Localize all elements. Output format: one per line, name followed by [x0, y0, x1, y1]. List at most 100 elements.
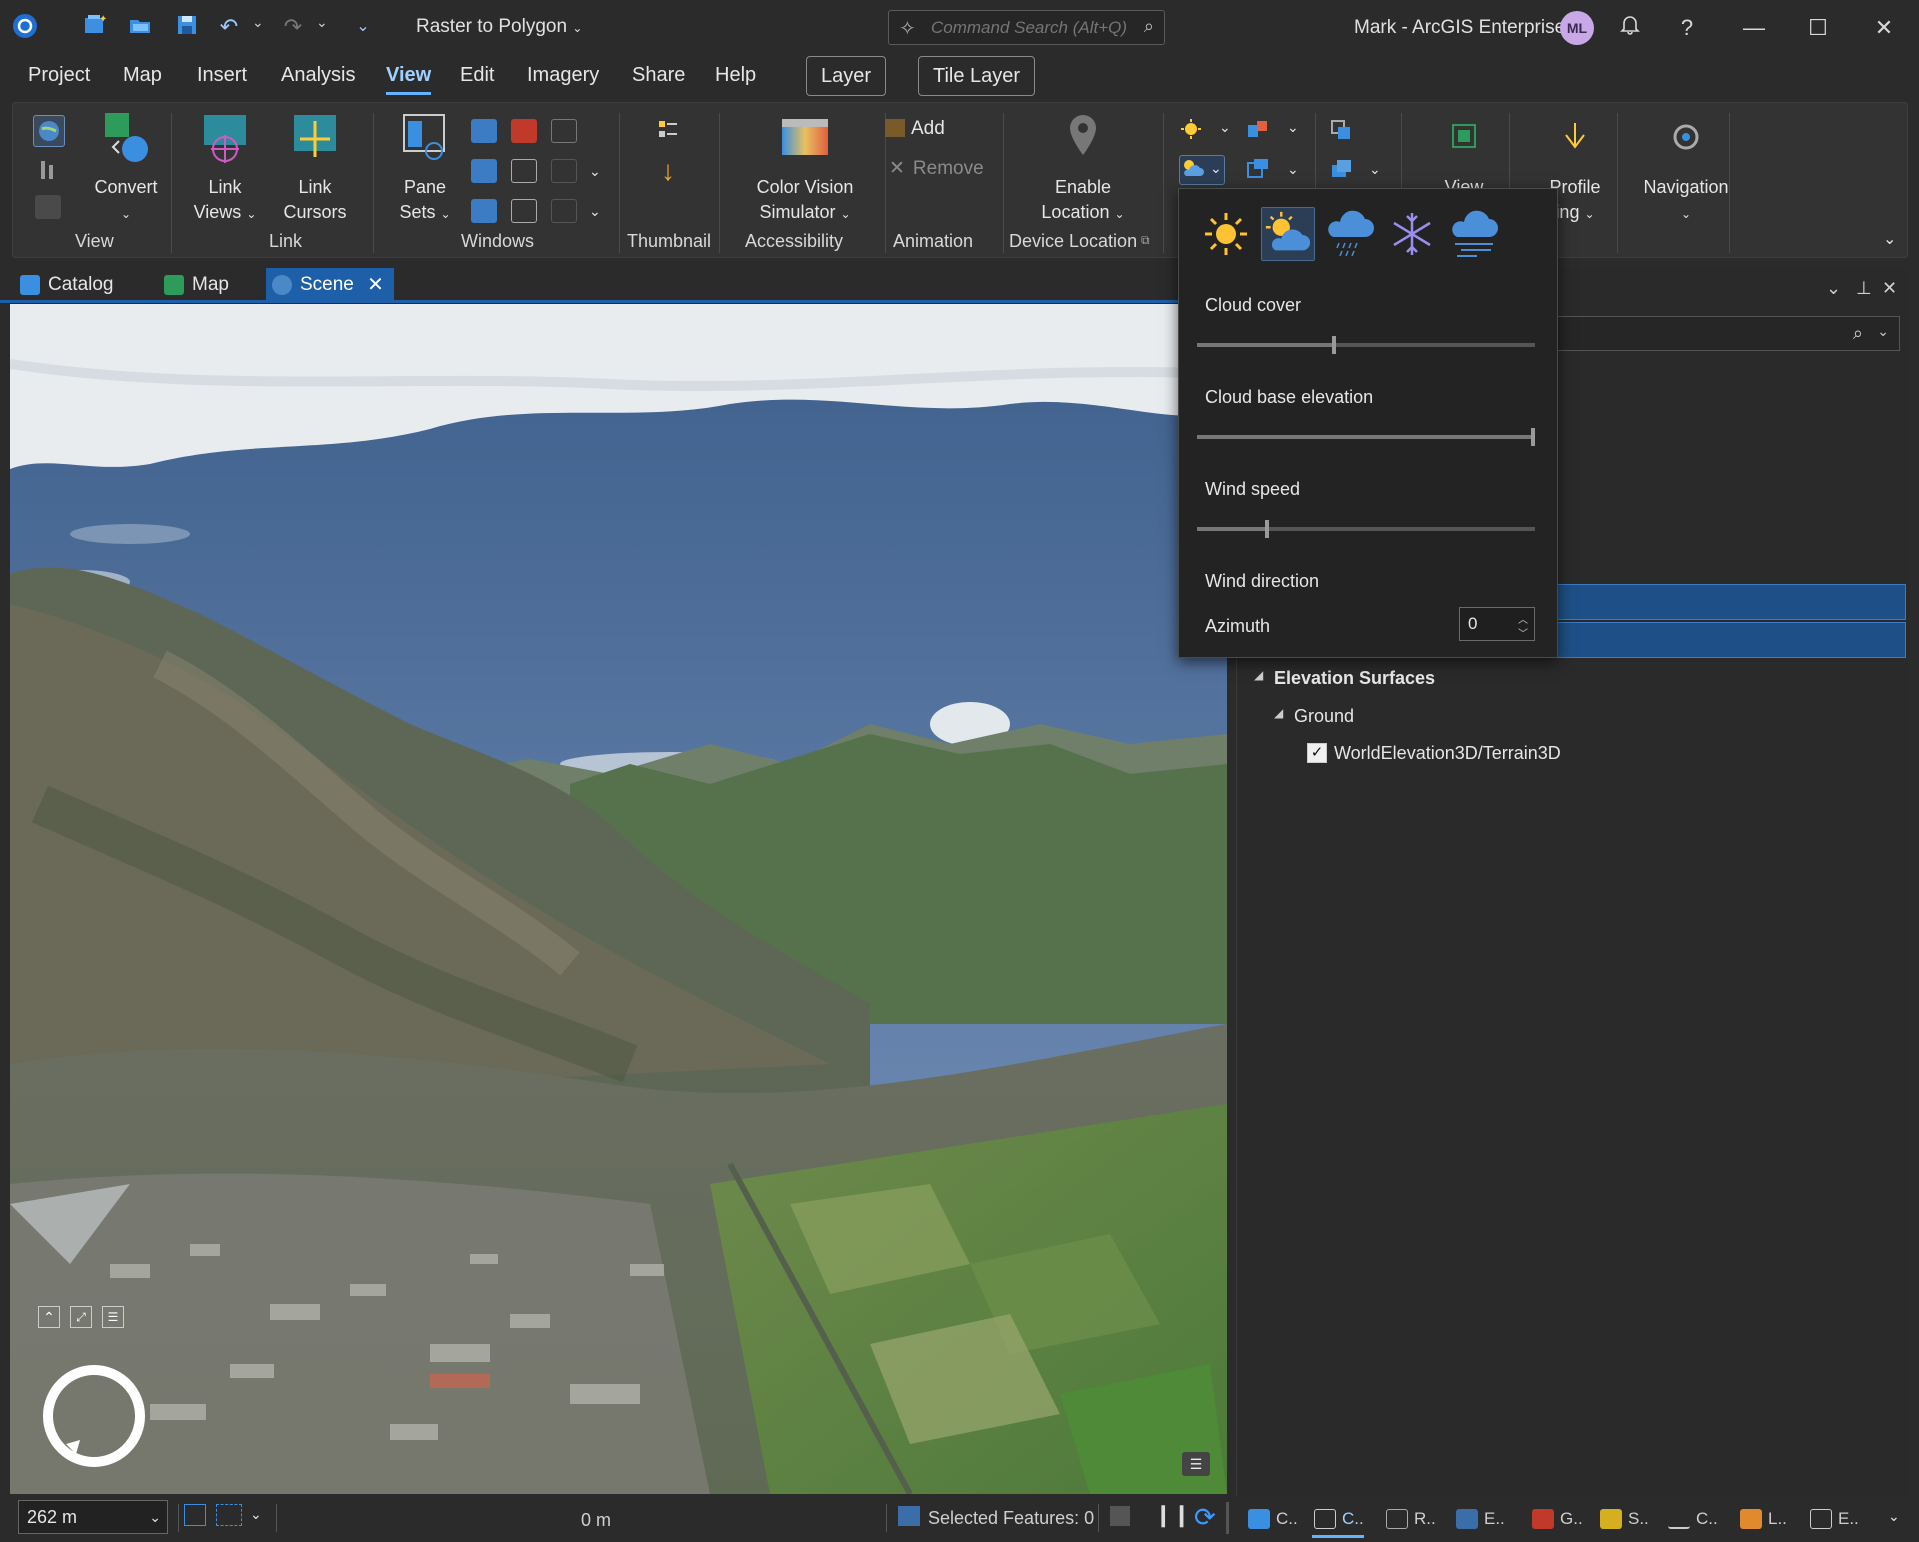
- layer-visibility-checkbox[interactable]: ✓: [1307, 743, 1327, 763]
- enable-location-button[interactable]: Enable Location ⌄: [1033, 111, 1133, 227]
- scale-select[interactable]: 262 m ⌄: [18, 1500, 168, 1534]
- redo-icon[interactable]: ↷: [278, 12, 308, 42]
- color-vision-simulator-button[interactable]: Color Vision Simulator ⌄: [735, 111, 875, 227]
- pause-drawing-icon[interactable]: ❙❙: [1154, 1502, 1191, 1528]
- bottom-tab-chart[interactable]: C..: [1666, 1502, 1718, 1536]
- chevron-down-icon[interactable]: ⌄: [250, 1506, 262, 1523]
- menu-edit[interactable]: Edit: [460, 64, 494, 87]
- maximize-icon[interactable]: ☐: [1798, 10, 1838, 46]
- collapse-triangle-icon[interactable]: ◢: [1274, 706, 1283, 720]
- avatar[interactable]: ML: [1560, 11, 1594, 45]
- foggy-weather-icon[interactable]: [1447, 207, 1501, 261]
- menu-help[interactable]: Help: [715, 64, 756, 87]
- new-project-icon[interactable]: ✦: [80, 12, 110, 42]
- pin-pane-icon[interactable]: ⊥: [1856, 278, 1872, 299]
- command-search[interactable]: ✧ ⌕: [888, 10, 1165, 45]
- menu-view[interactable]: View: [386, 64, 432, 95]
- chevron-down-icon[interactable]: ⌄: [1287, 161, 1299, 178]
- command-search-input[interactable]: [931, 18, 1131, 38]
- link-cursors-button[interactable]: Link Cursors: [275, 111, 355, 225]
- map-2d-icon[interactable]: [35, 195, 61, 219]
- import-thumbnail-icon[interactable]: ↓: [655, 157, 681, 185]
- customize-toolbar-icon[interactable]: ⌄: [348, 12, 378, 42]
- chevron-down-icon[interactable]: ⌄: [1287, 119, 1299, 136]
- cloud-base-elevation-slider[interactable]: [1197, 428, 1535, 446]
- selected-features-count[interactable]: Selected Features: 0: [928, 1508, 1094, 1529]
- selection-toggle-icon[interactable]: [1110, 1506, 1130, 1526]
- bottom-tab-contents[interactable]: C..: [1312, 1502, 1364, 1538]
- local-scene-icon[interactable]: [35, 157, 61, 181]
- stereo-icon[interactable]: [1329, 157, 1355, 181]
- python-window-icon[interactable]: [511, 159, 537, 183]
- menu-insert[interactable]: Insert: [197, 64, 247, 87]
- chevron-down-icon[interactable]: ⌄: [589, 203, 601, 220]
- attributes-pane-icon[interactable]: [511, 199, 537, 223]
- wind-speed-slider[interactable]: [1197, 520, 1535, 538]
- open-project-icon[interactable]: [125, 12, 155, 42]
- scene-overlay-menu-icon[interactable]: ☰: [1182, 1452, 1210, 1476]
- user-label[interactable]: Mark - ArcGIS Enterprise: [1354, 17, 1565, 39]
- undo-icon[interactable]: ↶: [214, 12, 244, 42]
- tab-map[interactable]: Map: [158, 268, 229, 302]
- view-button[interactable]: View: [1419, 111, 1509, 200]
- cloud-cover-slider-thumb[interactable]: [1332, 336, 1337, 354]
- elevation-surfaces-heading[interactable]: Elevation Surfaces: [1274, 668, 1435, 689]
- scene-layer-icon[interactable]: [1245, 157, 1271, 181]
- help-icon[interactable]: ?: [1667, 10, 1707, 46]
- convert-button[interactable]: Convert ⌄: [81, 111, 171, 227]
- grid-layout-icon[interactable]: [184, 1504, 206, 1526]
- bottom-tab-symbology[interactable]: S..: [1598, 1502, 1649, 1536]
- pane-sets-button[interactable]: Pane Sets ⌄: [389, 111, 461, 227]
- bottom-tab-l[interactable]: L..: [1738, 1502, 1787, 1536]
- navigator-compass-icon[interactable]: [40, 1362, 148, 1470]
- tab-catalog[interactable]: Catalog: [14, 268, 114, 302]
- more-tabs-chevron-icon[interactable]: ⌄: [1888, 1508, 1900, 1525]
- toolbox-pane-icon[interactable]: [511, 119, 537, 143]
- bottom-tab-r[interactable]: R..: [1384, 1502, 1436, 1536]
- azimuth-stepper[interactable]: ︿ ﹀: [1459, 607, 1535, 641]
- menu-map[interactable]: Map: [123, 64, 162, 87]
- menu-share[interactable]: Share: [632, 64, 685, 87]
- dialog-launcher-icon[interactable]: ⧉: [1141, 233, 1150, 248]
- menu-imagery[interactable]: Imagery: [527, 64, 599, 87]
- rainy-weather-icon[interactable]: [1323, 207, 1377, 261]
- snapping-icon[interactable]: [216, 1504, 242, 1526]
- search-icon[interactable]: ⌕: [1853, 323, 1863, 344]
- sunny-weather-icon[interactable]: [1199, 207, 1253, 261]
- exploratory-icon[interactable]: [1329, 117, 1355, 141]
- contents-pane-icon[interactable]: [471, 199, 497, 223]
- catalog-pane-icon[interactable]: [471, 119, 497, 143]
- tab-scene[interactable]: Scene ✕: [266, 268, 394, 302]
- pane-options-chevron-icon[interactable]: ⌄: [1826, 278, 1841, 299]
- minimize-icon[interactable]: —: [1734, 10, 1774, 46]
- selected-features-icon[interactable]: [898, 1506, 920, 1526]
- decrement-icon[interactable]: ﹀: [1518, 625, 1528, 640]
- pan-up-icon[interactable]: ⌃: [38, 1306, 60, 1328]
- terrain-layer-item[interactable]: WorldElevation3D/Terrain3D: [1334, 743, 1561, 764]
- bottom-tab-e2[interactable]: E..: [1808, 1502, 1859, 1536]
- project-template-title[interactable]: Raster to Polygon ⌄: [416, 16, 582, 38]
- notifications-bell-icon[interactable]: [1610, 10, 1650, 46]
- tab-tile-layer[interactable]: Tile Layer: [918, 56, 1036, 96]
- bottom-tab-geoprocessing[interactable]: G..: [1530, 1502, 1583, 1536]
- close-tab-icon[interactable]: ✕: [367, 268, 384, 302]
- chevron-down-icon[interactable]: ⌄: [589, 163, 601, 180]
- increment-icon[interactable]: ︿: [1518, 611, 1528, 626]
- close-pane-icon[interactable]: ✕: [1882, 278, 1897, 299]
- search-icon[interactable]: ⌕: [1144, 16, 1154, 37]
- azimuth-input[interactable]: [1468, 614, 1508, 634]
- collapse-triangle-icon[interactable]: ◢: [1254, 668, 1263, 682]
- reset-panes-icon[interactable]: [551, 119, 577, 143]
- add-animation-button[interactable]: Add: [885, 115, 995, 143]
- save-project-icon[interactable]: [172, 12, 202, 42]
- partly-cloudy-weather-icon[interactable]: [1261, 207, 1315, 261]
- bottom-tab-e[interactable]: E..: [1454, 1502, 1505, 1536]
- settings-pane-icon[interactable]: [551, 199, 577, 223]
- menu-project[interactable]: Project: [28, 64, 90, 87]
- close-window-icon[interactable]: ✕: [1864, 10, 1904, 46]
- refresh-icon[interactable]: ⟳: [1194, 1502, 1216, 1533]
- cloud-cover-slider[interactable]: [1197, 336, 1535, 354]
- navigation-button[interactable]: Navigation ⌄: [1627, 111, 1745, 227]
- menu-analysis[interactable]: Analysis: [281, 64, 355, 87]
- link-views-button[interactable]: Link Views ⌄: [185, 111, 265, 227]
